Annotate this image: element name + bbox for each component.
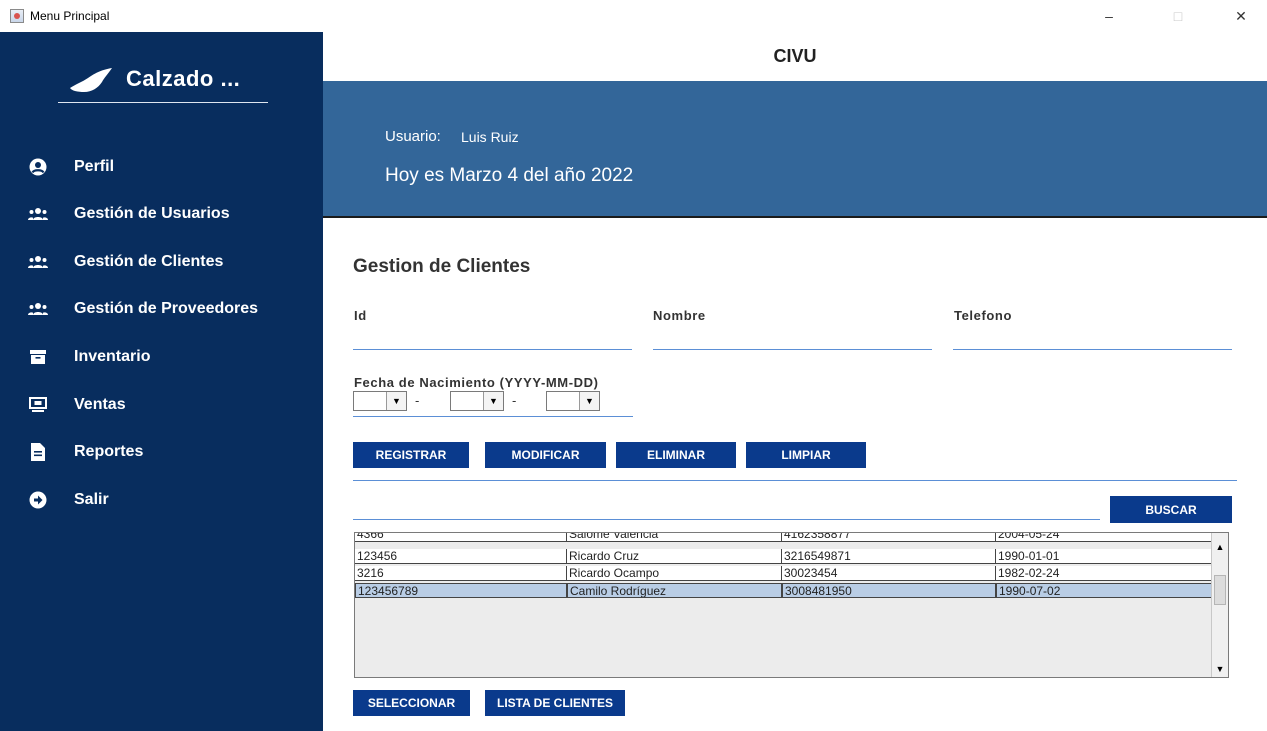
cell-fecha: 1990-01-01: [996, 549, 1212, 564]
brand: Calzado ...: [58, 60, 268, 103]
cell-id: 123456789: [355, 583, 567, 598]
users-icon: [28, 204, 48, 224]
chevron-down-icon[interactable]: ▼: [483, 392, 503, 410]
archive-icon: [28, 347, 48, 367]
brand-name: Calzado ...: [126, 66, 241, 91]
id-input[interactable]: [353, 328, 632, 350]
users-icon: [28, 299, 48, 319]
day-select[interactable]: ▼: [546, 391, 600, 411]
cell-id: 4366: [355, 533, 567, 542]
month-select[interactable]: ▼: [450, 391, 504, 411]
cell-fecha: 1982-02-24: [996, 566, 1212, 581]
fecha-label: Fecha de Nacimiento (YYYY-MM-DD): [354, 375, 599, 390]
registrar-button[interactable]: REGISTRAR: [353, 442, 469, 468]
sidebar-item-inventario[interactable]: Inventario: [28, 342, 308, 372]
user-label: Usuario:: [385, 128, 441, 145]
cell-nombre: Ricardo Cruz: [567, 549, 782, 564]
search-input[interactable]: [353, 498, 1100, 520]
id-label: Id: [354, 308, 367, 323]
table-row[interactable]: 3216 Ricardo Ocampo 30023454 1982-02-24: [355, 566, 1212, 581]
window-titlebar: Menu Principal – □ ✕: [0, 0, 1267, 32]
sidebar-item-label: Gestión de Usuarios: [74, 205, 230, 222]
date-separator: -: [415, 393, 420, 408]
minimize-button[interactable]: –: [1086, 0, 1132, 32]
sidebar-item-perfil[interactable]: Perfil: [28, 152, 308, 182]
scroll-up-icon[interactable]: ▲: [1212, 539, 1228, 555]
sidebar-item-label: Reportes: [74, 443, 144, 460]
sidebar-item-proveedores[interactable]: Gestión de Proveedores: [28, 294, 308, 324]
scroll-thumb[interactable]: [1214, 575, 1226, 605]
modificar-button[interactable]: MODIFICAR: [485, 442, 606, 468]
cell-telefono: 4162358877: [782, 533, 996, 542]
sidebar-item-reportes[interactable]: Reportes: [28, 437, 308, 467]
sidebar-item-ventas[interactable]: Ventas: [28, 390, 308, 420]
divider: [353, 480, 1237, 481]
table-row-selected[interactable]: 123456789 Camilo Rodríguez 3008481950 19…: [355, 583, 1212, 598]
sidebar-item-label: Inventario: [74, 348, 151, 365]
sidebar-item-label: Ventas: [74, 396, 126, 413]
sidebar-item-usuarios[interactable]: Gestión de Usuarios: [28, 199, 308, 229]
cell-fecha: 1990-07-02: [996, 583, 1212, 598]
sidebar-item-label: Gestión de Clientes: [74, 253, 224, 270]
date-text: Hoy es Marzo 4 del año 2022: [385, 165, 634, 186]
nombre-label: Nombre: [653, 308, 706, 323]
buscar-button[interactable]: BUSCAR: [1110, 496, 1232, 523]
scroll-down-icon[interactable]: ▼: [1212, 661, 1228, 677]
sidebar-item-salir[interactable]: Salir: [28, 485, 308, 515]
monitor-icon: [28, 395, 48, 415]
chevron-down-icon[interactable]: ▼: [386, 392, 406, 410]
cell-nombre: Ricardo Ocampo: [567, 566, 782, 581]
user-name: Luis Ruiz: [461, 129, 519, 145]
cell-nombre: Salome Valencia: [567, 533, 782, 542]
cell-fecha: 2004-05-24: [996, 533, 1212, 542]
date-separator: -: [512, 393, 517, 408]
table-row[interactable]: 123456 Ricardo Cruz 3216549871 1990-01-0…: [355, 549, 1212, 564]
telefono-input[interactable]: [953, 328, 1232, 350]
seleccionar-button[interactable]: SELECCIONAR: [353, 690, 470, 716]
app-title: CIVU: [773, 46, 817, 66]
eliminar-button[interactable]: ELIMINAR: [616, 442, 736, 468]
cell-telefono: 3008481950: [782, 583, 996, 598]
cell-id: 123456: [355, 549, 567, 564]
file-icon: [28, 442, 48, 462]
fecha-nacimiento-group: ▼ - ▼ - ▼: [353, 391, 633, 417]
year-select[interactable]: ▼: [353, 391, 407, 411]
users-icon: [28, 252, 48, 272]
table-row[interactable]: 4366 Salome Valencia 4162358877 2004-05-…: [355, 533, 1212, 542]
section-title: Gestion de Clientes: [353, 256, 531, 277]
user-banner: Usuario: Luis Ruiz Hoy es Marzo 4 del añ…: [323, 81, 1267, 218]
user-circle-icon: [28, 157, 48, 177]
chevron-down-icon[interactable]: ▼: [579, 392, 599, 410]
sidebar-item-label: Gestión de Proveedores: [74, 300, 259, 317]
nombre-input[interactable]: [653, 328, 932, 350]
lista-clientes-button[interactable]: LISTA DE CLIENTES: [485, 690, 625, 716]
shoe-logo-icon: [70, 68, 112, 92]
sidebar-item-label: Perfil: [74, 158, 115, 175]
sidebar: Calzado ... Perfil Gestión de Usuarios G…: [0, 32, 323, 731]
telefono-label: Telefono: [954, 308, 1012, 323]
close-button[interactable]: ✕: [1218, 0, 1264, 32]
cell-nombre: Camilo Rodríguez: [567, 583, 782, 598]
maximize-button[interactable]: □: [1155, 0, 1201, 32]
clients-table[interactable]: 4366 Salome Valencia 4162358877 2004-05-…: [354, 532, 1229, 678]
exit-icon: [28, 490, 48, 510]
sidebar-item-label: Salir: [74, 491, 109, 508]
sidebar-item-clientes[interactable]: Gestión de Clientes: [28, 247, 308, 277]
cell-telefono: 30023454: [782, 566, 996, 581]
table-scrollbar[interactable]: ▲ ▼: [1211, 533, 1228, 677]
cell-telefono: 3216549871: [782, 549, 996, 564]
limpiar-button[interactable]: LIMPIAR: [746, 442, 866, 468]
cell-id: 3216: [355, 566, 567, 581]
java-app-icon: [10, 9, 24, 23]
window-title: Menu Principal: [30, 9, 110, 23]
